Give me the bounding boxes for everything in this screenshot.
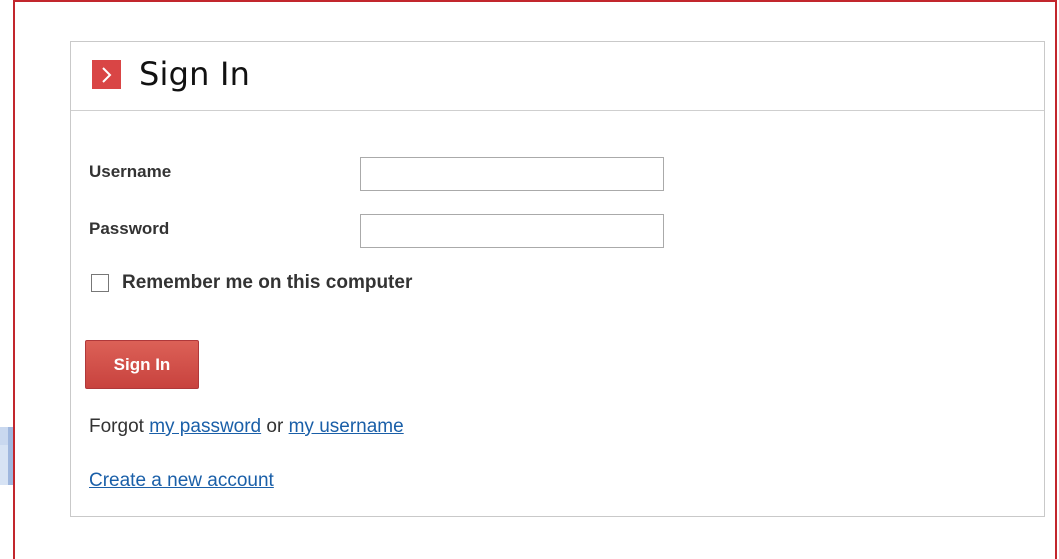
forgot-prefix-text: Forgot bbox=[89, 416, 144, 437]
password-label: Password bbox=[89, 219, 170, 238]
username-input[interactable] bbox=[360, 157, 664, 191]
background-decoration bbox=[0, 445, 14, 485]
sign-in-button[interactable]: Sign In bbox=[85, 340, 199, 389]
content-frame: Sign In Username Password Remember me on… bbox=[13, 0, 1057, 559]
remember-me-label[interactable]: Remember me on this computer bbox=[122, 272, 412, 294]
create-account-link[interactable]: Create a new account bbox=[89, 470, 274, 491]
remember-me-row: Remember me on this computer bbox=[89, 272, 412, 294]
forgot-username-link[interactable]: my username bbox=[289, 416, 404, 437]
password-input[interactable] bbox=[360, 214, 664, 248]
panel-title: Sign In bbox=[139, 55, 251, 93]
forgot-or-text: or bbox=[266, 416, 284, 437]
sign-in-panel: Sign In Username Password Remember me on… bbox=[70, 41, 1045, 517]
panel-header: Sign In bbox=[71, 42, 1044, 111]
background-decoration bbox=[0, 427, 14, 445]
forgot-credentials-row: Forgot my password or my username bbox=[89, 416, 404, 438]
forgot-password-link[interactable]: my password bbox=[149, 416, 261, 437]
chevron-right-icon bbox=[92, 60, 121, 89]
username-label: Username bbox=[89, 162, 172, 181]
create-account-row: Create a new account bbox=[89, 470, 274, 492]
remember-me-checkbox[interactable] bbox=[91, 274, 109, 292]
